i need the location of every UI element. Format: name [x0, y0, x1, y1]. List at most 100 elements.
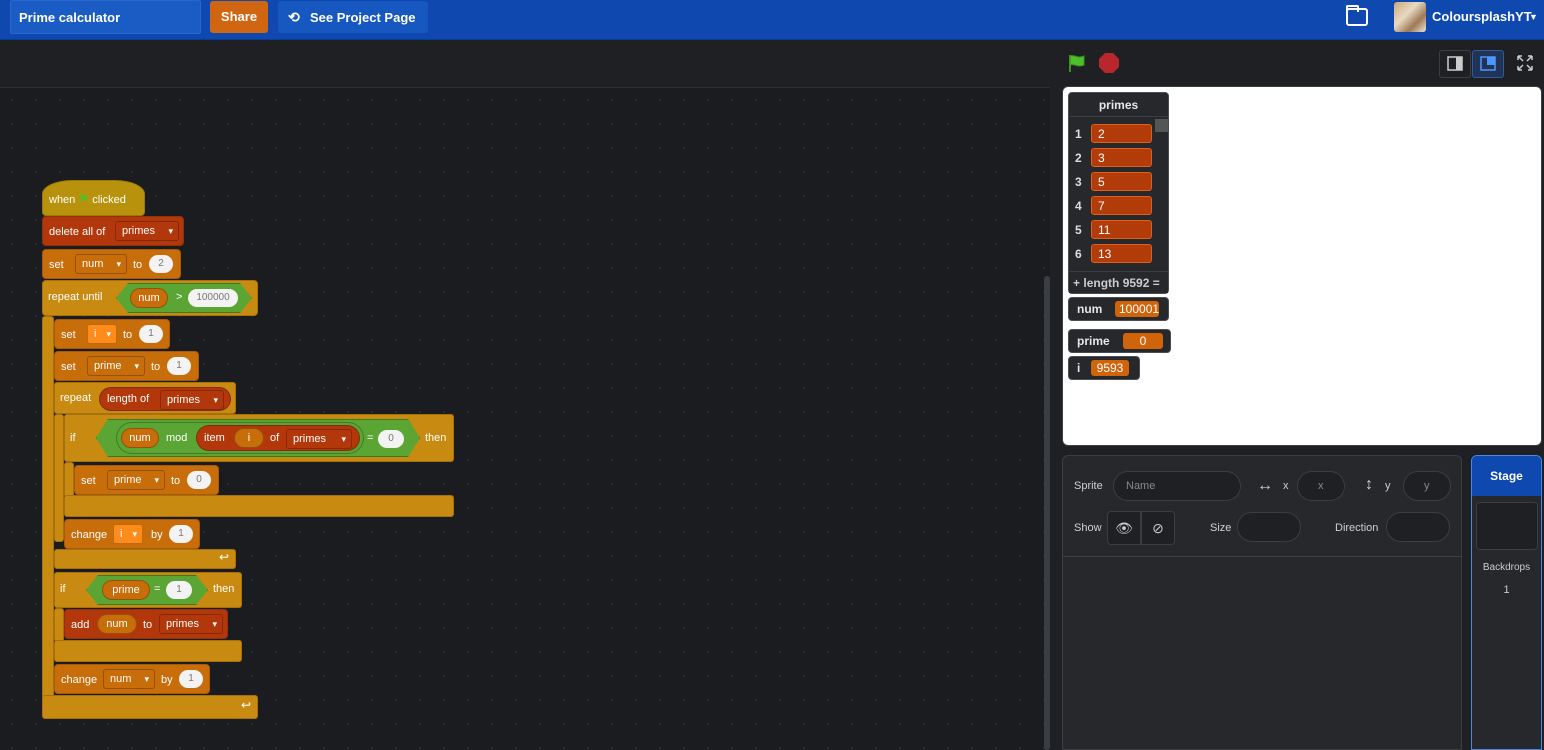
- number-input[interactable]: 0: [378, 430, 404, 448]
- list-item: 35: [1073, 171, 1153, 191]
- block-text: to: [123, 329, 133, 341]
- workspace-scrollbar[interactable]: [1044, 276, 1050, 750]
- prime-reporter[interactable]: prime: [102, 580, 150, 600]
- size-input[interactable]: [1237, 512, 1301, 542]
- set-variable-block[interactable]: set prime to 1: [54, 351, 199, 381]
- green-flag-icon[interactable]: [1067, 53, 1087, 73]
- set-variable-block[interactable]: set prime to 0: [74, 465, 219, 495]
- variable-monitor-prime: prime 0: [1068, 329, 1171, 353]
- block-text: set: [61, 329, 76, 341]
- change-variable-block[interactable]: change i by 1: [64, 519, 200, 549]
- stage-tab[interactable]: Stage: [1472, 456, 1541, 496]
- list-dropdown[interactable]: primes: [115, 221, 179, 241]
- list-item-value[interactable]: 7: [1091, 196, 1152, 215]
- if-bottom: [64, 495, 454, 517]
- number-input[interactable]: 1: [179, 670, 203, 688]
- if-arm: [64, 462, 74, 498]
- avatar: [1394, 2, 1426, 32]
- block-text: add: [71, 619, 90, 631]
- stage-selector[interactable]: Stage Backdrops 1: [1471, 455, 1542, 750]
- block-text: item: [204, 432, 225, 444]
- when-flag-clicked-block[interactable]: when ⚑ clicked: [42, 180, 145, 216]
- workspace-header: [0, 41, 1050, 87]
- block-text: then: [213, 583, 235, 595]
- set-variable-block[interactable]: set i to 1: [54, 319, 170, 349]
- list-scrollbar[interactable]: [1155, 119, 1168, 132]
- variable-monitor-num: num 100001: [1068, 297, 1169, 321]
- list-length: length 9592: [1083, 276, 1150, 290]
- list-item-index: 4: [1075, 199, 1082, 213]
- y-label: y: [1385, 480, 1391, 492]
- add-to-list-block[interactable]: add num to primes: [64, 609, 228, 639]
- show-eye-icon[interactable]: 👁: [1107, 511, 1141, 545]
- sprite-info-panel: Sprite Name ↔ x x ↕ y y Show 👁 ⊘ Size Di…: [1062, 455, 1462, 750]
- list-resize-handle[interactable]: =: [1153, 276, 1160, 290]
- project-title-input[interactable]: Prime calculator: [10, 0, 201, 34]
- variable-monitor-value: 9593: [1091, 360, 1129, 376]
- stop-icon[interactable]: [1099, 53, 1119, 73]
- delete-all-of-block[interactable]: delete all of primes: [42, 216, 184, 246]
- list-item-value[interactable]: 3: [1091, 148, 1152, 167]
- loop-arrow-icon: ↩: [240, 698, 251, 712]
- stage-canvas[interactable]: primes 12 23 35 47 5 11 6 13 + length 9592…: [1062, 86, 1542, 446]
- block-text: to: [133, 259, 143, 271]
- num-reporter[interactable]: num: [130, 288, 168, 308]
- if-bottom: [54, 640, 242, 662]
- number-input[interactable]: 1: [169, 525, 193, 543]
- number-input[interactable]: 1: [167, 357, 191, 375]
- direction-input[interactable]: [1386, 512, 1450, 542]
- variable-dropdown[interactable]: num: [75, 254, 127, 274]
- sprite-name-input[interactable]: Name: [1113, 471, 1241, 501]
- block-text: set: [49, 259, 64, 271]
- repeat-until-bottom: ↩: [42, 695, 258, 719]
- num-reporter[interactable]: num: [121, 428, 159, 448]
- set-variable-block[interactable]: set num to 2: [42, 249, 181, 279]
- block-text: set: [61, 361, 76, 373]
- repeat-arm: [54, 414, 64, 542]
- variable-dropdown[interactable]: prime: [107, 470, 165, 490]
- variable-dropdown[interactable]: prime: [87, 356, 145, 376]
- stage-thumbnail[interactable]: [1476, 502, 1538, 550]
- list-item-value[interactable]: 13: [1091, 244, 1152, 263]
- repeat-bottom: ↩: [54, 549, 236, 569]
- list-item-value[interactable]: 2: [1091, 124, 1152, 143]
- block-text: of: [270, 432, 280, 444]
- block-text: if: [70, 432, 76, 444]
- number-input[interactable]: 1: [139, 325, 163, 343]
- y-input[interactable]: y: [1403, 471, 1451, 501]
- list-item-value[interactable]: 5: [1091, 172, 1152, 191]
- block-text: delete all of: [49, 226, 106, 238]
- list-monitor-footer: + length 9592 =: [1069, 271, 1168, 293]
- variable-dropdown[interactable]: i: [87, 324, 117, 344]
- i-reporter[interactable]: i: [234, 428, 264, 448]
- show-label: Show: [1074, 522, 1102, 534]
- share-button[interactable]: Share: [210, 1, 268, 33]
- block-text: by: [161, 674, 173, 686]
- list-item-value[interactable]: 11: [1091, 220, 1152, 239]
- variable-monitor-value: 100001: [1115, 301, 1159, 317]
- see-project-page-button[interactable]: ⟲ See Project Page: [278, 1, 428, 33]
- horizontal-arrows-icon: ↔: [1257, 477, 1273, 494]
- normal-stage-mode-button[interactable]: [1472, 50, 1504, 78]
- list-add-button[interactable]: +: [1073, 276, 1080, 290]
- code-workspace[interactable]: when ⚑ clicked delete all of primes set …: [0, 87, 1050, 750]
- list-dropdown[interactable]: primes: [159, 614, 223, 634]
- variable-dropdown[interactable]: num: [103, 669, 155, 689]
- change-variable-block[interactable]: change num by 1: [54, 664, 210, 694]
- num-reporter[interactable]: num: [97, 614, 137, 634]
- hide-eye-icon[interactable]: ⊘: [1141, 511, 1175, 545]
- fullscreen-icon[interactable]: [1510, 50, 1542, 78]
- number-input[interactable]: 100000: [188, 289, 238, 307]
- block-text: then: [425, 432, 447, 444]
- list-dropdown[interactable]: primes: [160, 390, 224, 410]
- x-input[interactable]: x: [1297, 471, 1345, 501]
- number-input[interactable]: 1: [166, 581, 192, 599]
- small-stage-mode-button[interactable]: [1439, 50, 1471, 78]
- variable-dropdown[interactable]: i: [113, 524, 143, 544]
- variable-monitor-label: num: [1077, 302, 1103, 316]
- number-input[interactable]: 0: [187, 471, 211, 489]
- block-text: to: [143, 619, 153, 631]
- list-dropdown[interactable]: primes: [286, 429, 352, 449]
- folder-icon[interactable]: [1346, 5, 1368, 26]
- number-input[interactable]: 2: [149, 255, 173, 273]
